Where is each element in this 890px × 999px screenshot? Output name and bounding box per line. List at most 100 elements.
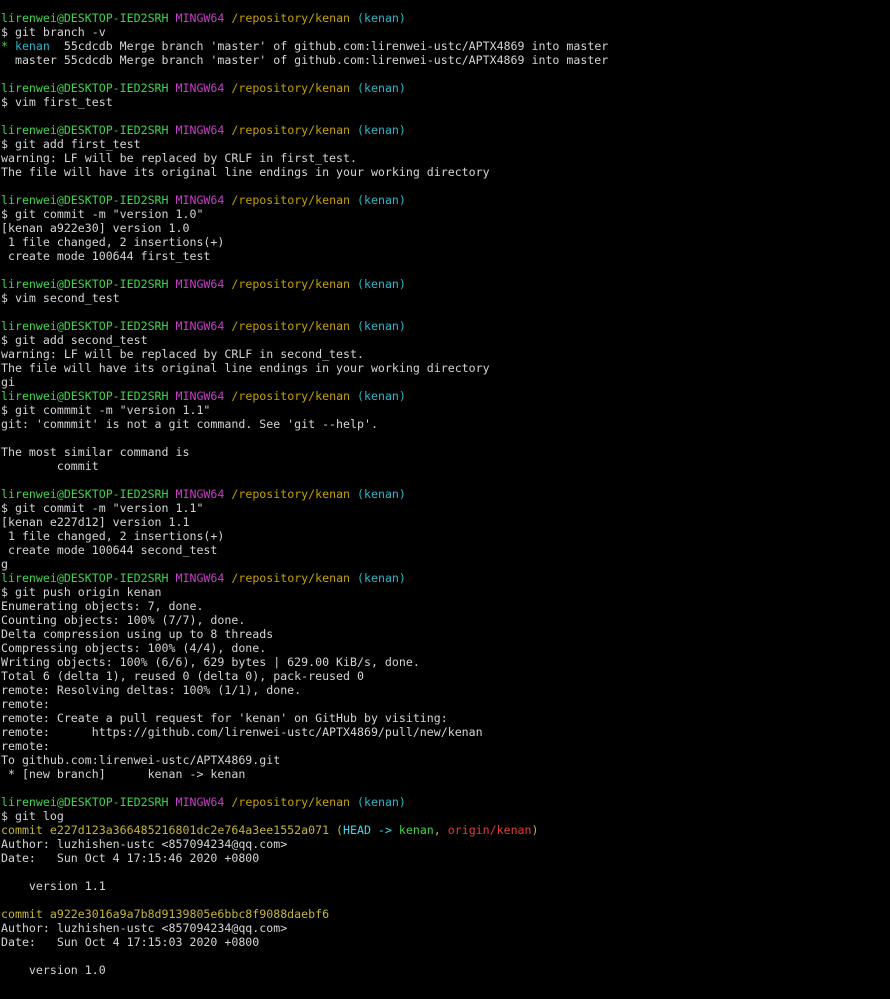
output-line: version 1.1 — [1, 879, 106, 893]
output-line: Delta compression using up to 8 threads — [1, 627, 274, 641]
prompt-branch: (kenan) — [357, 277, 406, 291]
prompt-user-host: lirenwei@DESKTOP-IED2SRH — [1, 795, 169, 809]
output-line: 1 file changed, 2 insertions(+) — [1, 529, 225, 543]
line-segment: ) — [531, 823, 539, 837]
output-line: Author: luzhishen-ustc <857094234@qq.com… — [1, 837, 288, 851]
prompt-path: /repository/kenan — [231, 123, 351, 137]
terminal-output[interactable]: lirenwei@DESKTOP-IED2SRH MINGW64 /reposi… — [0, 0, 890, 999]
output-line: 1 file changed, 2 insertions(+) — [1, 235, 225, 249]
command-line: $ git push origin kenan — [1, 585, 162, 599]
line-segment: commit a922e3016a9a7b8d9139805e6bbc8f908… — [1, 907, 330, 921]
prompt-system: MINGW64 — [175, 319, 225, 333]
prompt-user-host: lirenwei@DESKTOP-IED2SRH — [1, 571, 169, 585]
command-line: $ vim second_test — [1, 291, 120, 305]
command-line: $ git log — [1, 809, 64, 823]
prompt-path: /repository/kenan — [231, 277, 351, 291]
prompt-line: lirenwei@DESKTOP-IED2SRH MINGW64 /reposi… — [1, 81, 890, 95]
prompt-path: /repository/kenan — [231, 319, 351, 333]
prompt-user-host: lirenwei@DESKTOP-IED2SRH — [1, 389, 169, 403]
line-segment: , — [433, 823, 448, 837]
prompt-user-host: lirenwei@DESKTOP-IED2SRH — [1, 487, 169, 501]
output-line: master 55cdcdb Merge branch 'master' of … — [1, 53, 609, 67]
line-segment: kenan — [14, 39, 50, 53]
output-line: remote: https://github.com/lirenwei-ustc… — [1, 725, 483, 739]
prompt-system: MINGW64 — [175, 795, 225, 809]
command-line: $ git add second_test — [1, 333, 148, 347]
output-line: [kenan a922e30] version 1.0 — [1, 221, 190, 235]
prompt-line: lirenwei@DESKTOP-IED2SRH MINGW64 /reposi… — [1, 193, 890, 207]
output-line: remote: — [1, 739, 50, 753]
prompt-line: lirenwei@DESKTOP-IED2SRH MINGW64 /reposi… — [1, 11, 890, 25]
prompt-branch: (kenan) — [357, 319, 406, 333]
prompt-path: /repository/kenan — [231, 571, 351, 585]
output-line: remote: Create a pull request for 'kenan… — [1, 711, 448, 725]
prompt-line: lirenwei@DESKTOP-IED2SRH MINGW64 /reposi… — [1, 571, 890, 585]
prompt-system: MINGW64 — [175, 123, 225, 137]
output-line: To github.com:lirenwei-ustc/APTX4869.git — [1, 753, 281, 767]
output-line: gi — [1, 375, 15, 389]
output-line: commit a922e3016a9a7b8d9139805e6bbc8f908… — [1, 907, 890, 921]
prompt-branch: (kenan) — [357, 11, 406, 25]
output-line: Total 6 (delta 1), reused 0 (delta 0), p… — [1, 669, 364, 683]
line-segment: kenan — [398, 823, 434, 837]
prompt-branch: (kenan) — [357, 193, 406, 207]
output-line: Date: Sun Oct 4 17:15:03 2020 +0800 — [1, 935, 260, 949]
prompt-user-host: lirenwei@DESKTOP-IED2SRH — [1, 277, 169, 291]
output-line: The most similar command is — [1, 445, 190, 459]
output-line: create mode 100644 first_test — [1, 249, 211, 263]
line-segment: * — [1, 39, 15, 53]
output-line: Author: luzhishen-ustc <857094234@qq.com… — [1, 921, 288, 935]
prompt-branch: (kenan) — [357, 389, 406, 403]
output-line: warning: LF will be replaced by CRLF in … — [1, 347, 364, 361]
prompt-line: lirenwei@DESKTOP-IED2SRH MINGW64 /reposi… — [1, 277, 890, 291]
prompt-user-host: lirenwei@DESKTOP-IED2SRH — [1, 123, 169, 137]
prompt-system: MINGW64 — [175, 193, 225, 207]
output-line: Date: Sun Oct 4 17:15:46 2020 +0800 — [1, 851, 260, 865]
prompt-system: MINGW64 — [175, 11, 225, 25]
output-line: Counting objects: 100% (7/7), done. — [1, 613, 246, 627]
line-segment: origin/kenan — [447, 823, 532, 837]
output-line: The file will have its original line end… — [1, 361, 490, 375]
prompt-path: /repository/kenan — [231, 11, 351, 25]
prompt-line: lirenwei@DESKTOP-IED2SRH MINGW64 /reposi… — [1, 123, 890, 137]
command-line: $ git branch -v — [1, 25, 106, 39]
line-segment: HEAD -> — [343, 823, 399, 837]
output-line: git: 'commmit' is not a git command. See… — [1, 417, 378, 431]
prompt-line: lirenwei@DESKTOP-IED2SRH MINGW64 /reposi… — [1, 487, 890, 501]
prompt-path: /repository/kenan — [231, 193, 351, 207]
prompt-user-host: lirenwei@DESKTOP-IED2SRH — [1, 319, 169, 333]
output-line: commit e227d123a366485216801dc2e764a3ee1… — [1, 823, 890, 837]
output-line: remote: — [1, 697, 50, 711]
output-line: g — [1, 557, 8, 571]
prompt-path: /repository/kenan — [231, 389, 351, 403]
prompt-path: /repository/kenan — [231, 795, 351, 809]
output-line: remote: Resolving deltas: 100% (1/1), do… — [1, 683, 302, 697]
output-line: commit — [1, 459, 99, 473]
prompt-line: lirenwei@DESKTOP-IED2SRH MINGW64 /reposi… — [1, 319, 890, 333]
prompt-system: MINGW64 — [175, 487, 225, 501]
output-line: Writing objects: 100% (6/6), 629 bytes |… — [1, 655, 420, 669]
output-line: warning: LF will be replaced by CRLF in … — [1, 151, 357, 165]
output-line: Compressing objects: 100% (4/4), done. — [1, 641, 267, 655]
output-line: * [new branch] kenan -> kenan — [1, 767, 246, 781]
output-line: The file will have its original line end… — [1, 165, 490, 179]
command-line: $ git add first_test — [1, 137, 141, 151]
output-line: create mode 100644 second_test — [1, 543, 218, 557]
prompt-line: lirenwei@DESKTOP-IED2SRH MINGW64 /reposi… — [1, 795, 890, 809]
prompt-branch: (kenan) — [357, 487, 406, 501]
prompt-user-host: lirenwei@DESKTOP-IED2SRH — [1, 81, 169, 95]
prompt-path: /repository/kenan — [231, 487, 351, 501]
line-segment: commit e227d123a366485216801dc2e764a3ee1… — [1, 823, 344, 837]
prompt-system: MINGW64 — [175, 277, 225, 291]
command-line: $ git commmit -m "version 1.1" — [1, 403, 211, 417]
